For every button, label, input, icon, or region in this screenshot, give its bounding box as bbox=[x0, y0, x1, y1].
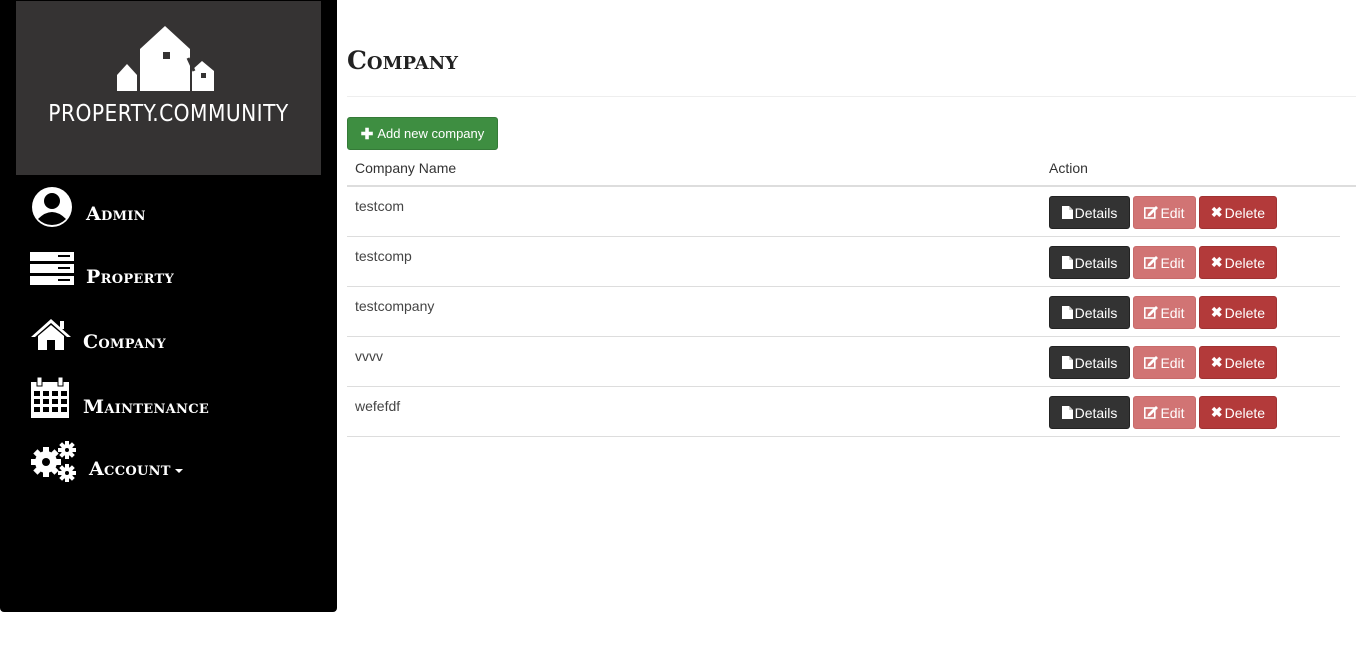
table-row: testcompany Details Edit ✖ Delete bbox=[347, 287, 1340, 337]
column-header-action: Action bbox=[1049, 160, 1088, 176]
page-title: Company bbox=[347, 46, 458, 75]
company-name-cell: testcompany bbox=[355, 298, 435, 314]
edit-label: Edit bbox=[1160, 354, 1185, 371]
delete-button[interactable]: ✖ Delete bbox=[1199, 296, 1277, 329]
calendar-icon bbox=[31, 377, 69, 418]
table-row: wefefdf Details Edit ✖ Delete bbox=[347, 387, 1340, 437]
file-icon bbox=[1061, 256, 1073, 269]
gears-icon bbox=[31, 441, 76, 482]
table-row: vvvv Details Edit ✖ Delete bbox=[347, 337, 1340, 387]
caret-down-icon bbox=[174, 469, 183, 473]
row-divider bbox=[347, 436, 1340, 437]
sidebar-item-admin[interactable]: Admin bbox=[30, 185, 146, 229]
delete-label: Delete bbox=[1224, 354, 1266, 371]
edit-label: Edit bbox=[1160, 304, 1185, 321]
details-button[interactable]: Details bbox=[1049, 296, 1130, 329]
table-row: testcomp Details Edit ✖ Delete bbox=[347, 237, 1340, 287]
details-button[interactable]: Details bbox=[1049, 196, 1130, 229]
delete-button[interactable]: ✖ Delete bbox=[1199, 346, 1277, 379]
close-icon: ✖ bbox=[1210, 204, 1223, 220]
add-company-button[interactable]: ✚ Add new company bbox=[347, 117, 498, 150]
edit-label: Edit bbox=[1160, 254, 1185, 271]
file-icon bbox=[1061, 306, 1073, 319]
add-company-label: Add new company bbox=[377, 126, 485, 141]
sidebar: PROPERTY.COMMUNITY Admin Property Compan… bbox=[0, 0, 337, 612]
file-icon bbox=[1061, 356, 1073, 369]
server-stack-icon bbox=[30, 252, 74, 285]
file-icon bbox=[1061, 406, 1073, 419]
edit-button[interactable]: Edit bbox=[1133, 196, 1196, 229]
company-name-cell: testcom bbox=[355, 198, 405, 214]
houses-logo-icon bbox=[117, 26, 214, 91]
edit-button[interactable]: Edit bbox=[1133, 346, 1196, 379]
delete-label: Delete bbox=[1224, 404, 1266, 421]
sidebar-item-account[interactable]: Account bbox=[30, 440, 183, 482]
sidebar-item-property[interactable]: Property bbox=[30, 252, 175, 288]
divider bbox=[347, 96, 1356, 97]
edit-icon bbox=[1144, 356, 1159, 369]
details-label: Details bbox=[1074, 204, 1118, 221]
edit-label: Edit bbox=[1160, 204, 1185, 221]
sidebar-item-maintenance[interactable]: Maintenance bbox=[30, 377, 209, 419]
delete-button[interactable]: ✖ Delete bbox=[1199, 196, 1277, 229]
home-icon bbox=[31, 319, 71, 350]
brand-logo[interactable]: PROPERTY.COMMUNITY bbox=[16, 1, 321, 175]
details-label: Details bbox=[1074, 304, 1118, 321]
file-icon bbox=[1061, 206, 1073, 219]
details-button[interactable]: Details bbox=[1049, 396, 1130, 429]
company-name-cell: wefefdf bbox=[355, 398, 401, 414]
brand-name: PROPERTY.COMMUNITY bbox=[48, 101, 289, 127]
plus-icon: ✚ bbox=[360, 125, 374, 143]
column-header-company-name: Company Name bbox=[355, 160, 457, 176]
details-button[interactable]: Details bbox=[1049, 346, 1130, 379]
sidebar-item-label: Company bbox=[83, 331, 167, 353]
delete-label: Delete bbox=[1224, 304, 1266, 321]
sidebar-item-company[interactable]: Company bbox=[30, 318, 167, 353]
company-name-cell: testcomp bbox=[355, 248, 412, 264]
sidebar-item-label: Account bbox=[89, 458, 171, 480]
edit-button[interactable]: Edit bbox=[1133, 246, 1196, 279]
details-label: Details bbox=[1074, 254, 1118, 271]
close-icon: ✖ bbox=[1210, 404, 1223, 420]
edit-button[interactable]: Edit bbox=[1133, 396, 1196, 429]
sidebar-item-label: Property bbox=[86, 266, 175, 288]
company-name-cell: vvvv bbox=[355, 348, 383, 364]
details-label: Details bbox=[1074, 404, 1118, 421]
edit-icon bbox=[1144, 256, 1159, 269]
close-icon: ✖ bbox=[1210, 354, 1223, 370]
edit-label: Edit bbox=[1160, 404, 1185, 421]
close-icon: ✖ bbox=[1210, 254, 1223, 270]
close-icon: ✖ bbox=[1210, 304, 1223, 320]
edit-icon bbox=[1144, 406, 1159, 419]
edit-button[interactable]: Edit bbox=[1133, 296, 1196, 329]
sidebar-item-label: Admin bbox=[86, 203, 146, 225]
delete-button[interactable]: ✖ Delete bbox=[1199, 246, 1277, 279]
edit-icon bbox=[1144, 206, 1159, 219]
sidebar-item-label: Maintenance bbox=[83, 396, 210, 418]
delete-label: Delete bbox=[1224, 254, 1266, 271]
details-button[interactable]: Details bbox=[1049, 246, 1130, 279]
user-circle-icon bbox=[32, 187, 72, 227]
details-label: Details bbox=[1074, 354, 1118, 371]
delete-button[interactable]: ✖ Delete bbox=[1199, 396, 1277, 429]
delete-label: Delete bbox=[1224, 204, 1266, 221]
edit-icon bbox=[1144, 306, 1159, 319]
table-row: testcom Details Edit ✖ Delete bbox=[347, 187, 1340, 237]
